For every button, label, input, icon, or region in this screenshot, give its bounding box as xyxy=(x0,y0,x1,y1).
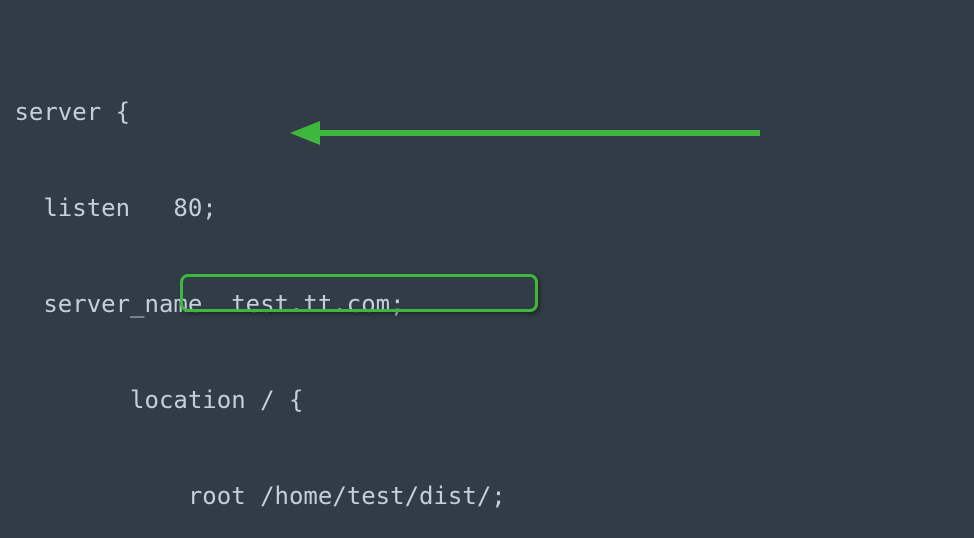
code-line: location / { xyxy=(0,384,974,416)
code-line: server { xyxy=(0,96,974,128)
code-line: listen 80; xyxy=(0,192,974,224)
code-block: server { listen 80; server_name test.tt.… xyxy=(0,0,974,538)
code-line: root /home/test/dist/; xyxy=(0,480,974,512)
code-line: server_name test.tt.com; xyxy=(0,288,974,320)
